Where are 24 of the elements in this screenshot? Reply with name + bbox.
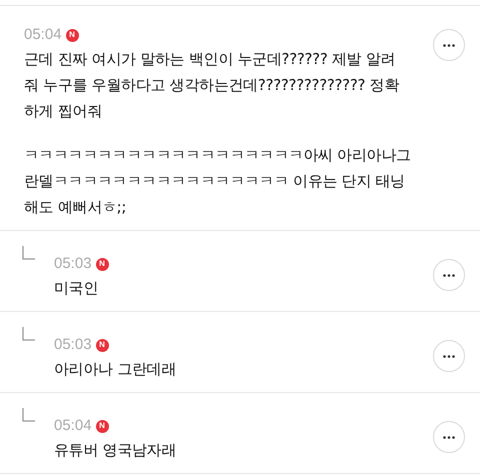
reply-text: 유튜버 영국남자래 (54, 440, 178, 461)
reply-text: 아리아나 그란데래 (54, 359, 178, 380)
reply-text: 미국인 (54, 278, 100, 299)
comment-text: 근데 진짜 여시가 말하는 백인이 누군데?????? 제발 알려 줘 누구를 우월하다고 생각하는건데?????????????? 정확 하게 찝어줘 (24, 49, 400, 122)
new-badge: N (66, 28, 79, 42)
more-icon (443, 436, 455, 438)
new-badge: N (96, 338, 109, 352)
new-badge: N (96, 420, 109, 432)
reply-time: 05:03 (54, 254, 92, 274)
more-button[interactable] (433, 421, 465, 453)
new-badge: N (96, 258, 109, 270)
more-button[interactable] (433, 29, 465, 61)
more-button[interactable] (433, 340, 465, 372)
more-icon (443, 274, 455, 276)
comment-time: 05:04 (24, 24, 62, 45)
reply-time: 05:04 (54, 416, 92, 436)
more-icon (443, 44, 455, 46)
more-icon (443, 354, 455, 358)
comment-text: ㅋㅋㅋㅋㅋㅋㅋㅋㅋㅋㅋㅋㅋㅋㅋㅋㅋㅋㅋ아씨 아리아나그 란델ㅋㅋㅋㅋㅋㅋㅋㅋㅋㅋㅋㅋㅋㅋㅋㅋ 이유는 단지 태닝 해도 예뻐서ㅎ;; (24, 145, 412, 218)
reply-icon (22, 246, 36, 260)
more-button[interactable] (433, 259, 465, 291)
reply-icon (22, 408, 36, 422)
reply-time: 05:03 (54, 334, 92, 355)
reply-icon (22, 327, 36, 341)
